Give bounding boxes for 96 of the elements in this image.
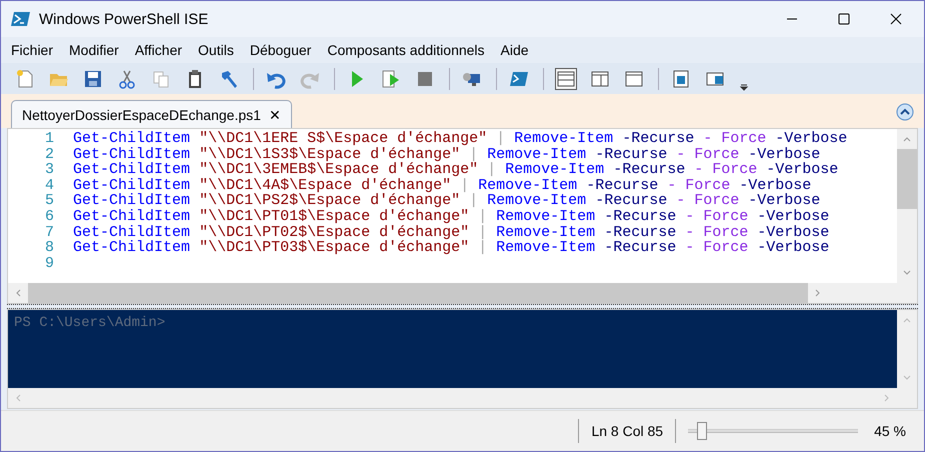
- line-number: 2: [44, 146, 55, 162]
- argument-token: - Force: [667, 176, 730, 194]
- argument-token: - Force: [676, 192, 740, 210]
- horizontal-scrollbar[interactable]: [8, 283, 917, 303]
- menu-item[interactable]: Afficher: [134, 42, 182, 58]
- argument-token: - Force: [685, 239, 748, 256]
- command-token: Remove-Item: [496, 239, 596, 256]
- parameter-token: -Recurse: [604, 239, 676, 256]
- line-number: 6: [44, 208, 55, 225]
- save-icon[interactable]: [83, 68, 103, 88]
- command-token: Get-ChildItem: [73, 161, 190, 178]
- command-token: Remove-Item: [505, 161, 604, 178]
- parameter-token: -Recurse: [604, 224, 676, 241]
- parameter-token: -Verbose: [766, 161, 838, 178]
- command-token: Get-ChildItem: [73, 176, 190, 194]
- layout-icon[interactable]: [624, 68, 644, 88]
- layout-icon[interactable]: [590, 68, 610, 88]
- parameter-token: -Verbose: [757, 224, 830, 241]
- command-token: Remove-Item: [487, 192, 586, 210]
- argument-token: - Force: [703, 130, 766, 147]
- command-token: Remove-Item: [487, 146, 586, 163]
- parameter-token: -Recurse: [595, 192, 668, 210]
- string-token: "\\DC1\1ERE S$\Espace d'échange": [199, 130, 488, 147]
- run-selection-icon[interactable]: [381, 68, 401, 88]
- string-token: "\\DC1\3EMEB$\Espace d'échange": [199, 161, 478, 178]
- pipe-token: |: [469, 146, 478, 163]
- command-token: Get-ChildItem: [73, 192, 190, 210]
- line-number: 4: [44, 178, 55, 194]
- pipe-token: |: [478, 224, 488, 241]
- parameter-token: -Recurse: [613, 161, 686, 178]
- parameter-token: -Verbose: [757, 239, 830, 256]
- zoom-reading: 45 %: [874, 423, 906, 439]
- string-token: "\\DC1\4A$\Espace d'échange": [199, 176, 452, 194]
- line-number: 7: [44, 224, 55, 240]
- parameter-token: -Verbose: [739, 176, 812, 194]
- maximize-icon[interactable]: [838, 13, 850, 25]
- menu-item[interactable]: Aide: [500, 42, 529, 58]
- line-number: 1: [44, 131, 55, 147]
- pipe-token: |: [478, 208, 488, 225]
- menu-item[interactable]: Modifier: [69, 42, 119, 58]
- console-prompt: PS C:\Users\Admin>: [14, 315, 166, 331]
- parameter-token: -Recurse: [604, 208, 676, 225]
- string-token: "\\DC1\PT02$\Espace d'échange": [199, 224, 470, 241]
- close-icon[interactable]: [890, 13, 902, 25]
- command-token: Remove-Item: [478, 176, 578, 194]
- new-file-icon[interactable]: [15, 68, 35, 88]
- command-token: Get-ChildItem: [73, 130, 190, 147]
- parameter-token: -Recurse: [586, 176, 658, 194]
- menu-item[interactable]: Déboguer: [250, 42, 312, 58]
- command-token: Remove-Item: [496, 224, 596, 241]
- parameter-token: -Verbose: [748, 146, 820, 163]
- command-token: Get-ChildItem: [73, 146, 190, 163]
- argument-token: - Force: [685, 208, 748, 225]
- line-number: 3: [44, 162, 55, 178]
- vertical-scrollbar[interactable]: [897, 129, 917, 283]
- copy-icon[interactable]: [151, 68, 171, 88]
- parameter-token: -Recurse: [622, 130, 694, 147]
- parameter-token: -Verbose: [775, 130, 848, 147]
- window-title: Windows PowerShell ISE: [39, 10, 208, 28]
- line-number: 5: [44, 193, 55, 209]
- script-pane-icon[interactable]: [671, 68, 691, 88]
- hammer-icon[interactable]: [219, 68, 239, 88]
- pipe-token: |: [469, 192, 478, 210]
- argument-token: - Force: [685, 224, 748, 241]
- argument-token: - Force: [694, 161, 758, 178]
- argument-token: - Force: [676, 146, 740, 163]
- collapse-icon[interactable]: [896, 103, 914, 121]
- pipe-token: |: [496, 130, 506, 147]
- pipe-token: |: [487, 161, 496, 178]
- slider-thumb[interactable]: [696, 422, 707, 440]
- pipe-token: |: [460, 176, 470, 194]
- layout-icon[interactable]: [556, 68, 576, 88]
- scissors-icon[interactable]: [117, 68, 137, 88]
- command-token: Remove-Item: [496, 208, 596, 225]
- tab-close[interactable]: ✕: [268, 106, 281, 122]
- menu-item[interactable]: Outils: [198, 42, 234, 58]
- parameter-token: -Recurse: [595, 146, 668, 163]
- string-token: "\\DC1\PS2$\Espace d'échange": [199, 192, 460, 210]
- menu-item[interactable]: Composants additionnels: [327, 42, 485, 58]
- parameter-token: -Verbose: [748, 192, 820, 210]
- command-token: Get-ChildItem: [73, 239, 190, 256]
- string-token: "\\DC1\PT03$\Espace d'échange": [199, 239, 470, 256]
- line-number: 9: [44, 256, 55, 272]
- menu-item[interactable]: Fichier: [11, 42, 54, 58]
- string-token: "\\DC1\1S3$\Espace d'échange": [199, 146, 460, 163]
- file-tab[interactable]: NettoyerDossierEspaceDEchange.ps1 ✕: [11, 100, 292, 128]
- command-token: Get-ChildItem: [73, 208, 190, 225]
- command-token: Get-ChildItem: [73, 224, 190, 241]
- string-token: "\\DC1\PT01$\Espace d'échange": [199, 208, 470, 225]
- command-token: Remove-Item: [514, 130, 614, 147]
- parameter-token: -Verbose: [757, 208, 830, 225]
- overflow-icon[interactable]: [739, 82, 749, 92]
- cursor-position: Ln 8 Col 85: [591, 423, 664, 439]
- pipe-token: |: [478, 239, 488, 256]
- line-number: 8: [44, 240, 55, 256]
- powershell-icon: [11, 11, 31, 27]
